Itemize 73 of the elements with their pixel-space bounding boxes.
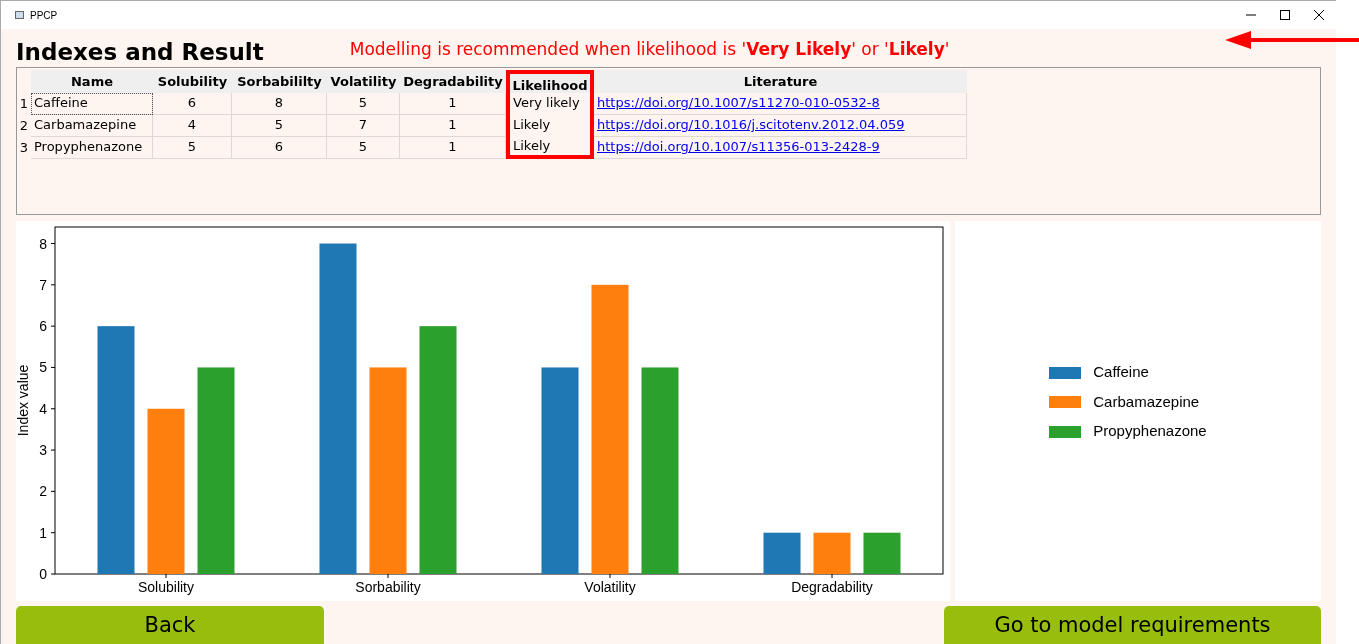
legend-label: Carbamazepine bbox=[1093, 391, 1200, 412]
tick-label: 1 bbox=[39, 524, 47, 541]
column-header[interactable]: Name bbox=[31, 70, 153, 93]
tick-mark bbox=[50, 490, 56, 492]
bar bbox=[813, 532, 851, 574]
tick-label: 2 bbox=[39, 483, 47, 500]
table-cell: 7 bbox=[327, 115, 400, 137]
category-label: Volatility bbox=[584, 579, 636, 595]
category-label: Degradability bbox=[791, 579, 873, 595]
table-cell: 5 bbox=[327, 137, 400, 159]
table-cell: 6 bbox=[153, 93, 232, 115]
table-cell: Likely bbox=[506, 115, 594, 137]
table-cell: Likely bbox=[506, 137, 594, 159]
tick-label: 3 bbox=[39, 442, 47, 459]
table-cell: 4 bbox=[153, 115, 232, 137]
category-label: Sorbability bbox=[355, 579, 421, 595]
tick-label: 8 bbox=[39, 235, 47, 252]
back-button[interactable]: Back bbox=[16, 606, 324, 644]
maximize-icon bbox=[1280, 10, 1290, 20]
column-header[interactable]: Solubility bbox=[153, 70, 232, 93]
link[interactable]: https://doi.org/10.1007/s11270-010-0532-8 bbox=[594, 93, 967, 115]
tick-label: 4 bbox=[39, 400, 47, 417]
legend-label: Propyphenazone bbox=[1093, 421, 1207, 442]
table-cell: Caffeine bbox=[31, 93, 153, 115]
notice-text: Modelling is recommended when likelihood is 'Very Likely' or 'Likely' bbox=[349, 37, 950, 61]
bar bbox=[763, 532, 801, 574]
table-cell: 1 bbox=[400, 115, 506, 137]
table-cell: 5 bbox=[232, 115, 327, 137]
link[interactable]: https://doi.org/10.1016/j.scitotenv.2012.04.059 bbox=[594, 115, 967, 137]
next-button[interactable]: Go to model requirements bbox=[944, 606, 1321, 644]
close-icon bbox=[1314, 10, 1324, 20]
window-title: PPCP bbox=[30, 8, 58, 23]
tick-mark bbox=[831, 573, 833, 579]
tick-mark bbox=[50, 325, 56, 327]
app-icon bbox=[15, 11, 24, 19]
category-label: Solubility bbox=[138, 579, 194, 595]
page-heading: Indexes and Result bbox=[16, 41, 264, 64]
legend-label: Caffeine bbox=[1093, 362, 1149, 383]
column-header[interactable]: Degradability bbox=[400, 70, 506, 93]
tick-label: 7 bbox=[39, 276, 47, 293]
table-cell: 6 bbox=[232, 137, 327, 159]
row-number: 1 bbox=[18, 95, 30, 113]
tick-mark bbox=[50, 366, 56, 368]
tick-mark bbox=[50, 532, 56, 534]
tick-mark bbox=[50, 408, 56, 410]
tick-mark bbox=[609, 573, 611, 579]
row-number: 2 bbox=[18, 117, 30, 135]
tick-label: 0 bbox=[39, 566, 47, 582]
column-header[interactable]: Likelihood bbox=[506, 70, 594, 93]
table-cell: Carbamazepine bbox=[31, 115, 153, 137]
tick-mark bbox=[165, 573, 167, 579]
tick-label: 6 bbox=[39, 318, 47, 335]
column-header[interactable]: Sorbabililty bbox=[232, 70, 327, 93]
table-cell: 8 bbox=[232, 93, 327, 115]
table-cell: 5 bbox=[153, 137, 232, 159]
tick-mark bbox=[387, 573, 389, 579]
row-number: 3 bbox=[18, 139, 30, 157]
arrow-icon bbox=[1225, 30, 1359, 50]
column-header[interactable]: Volatility bbox=[327, 70, 400, 93]
tick-mark bbox=[50, 449, 56, 451]
link[interactable]: https://doi.org/10.1007/s11356-013-2428-9 bbox=[594, 137, 967, 159]
tick-label: 5 bbox=[39, 359, 47, 376]
table-cell: 5 bbox=[327, 93, 400, 115]
table-cell: 1 bbox=[400, 93, 506, 115]
table-cell: 1 bbox=[400, 137, 506, 159]
axis-label: Index value bbox=[16, 364, 31, 437]
table-cell: Propyphenazone bbox=[31, 137, 153, 159]
tick-mark bbox=[50, 284, 56, 286]
bar bbox=[863, 532, 901, 574]
table-cell: Very likely bbox=[506, 93, 594, 115]
column-header[interactable]: Literature bbox=[594, 70, 967, 93]
tick-mark bbox=[50, 573, 56, 575]
tick-mark bbox=[50, 243, 56, 244]
